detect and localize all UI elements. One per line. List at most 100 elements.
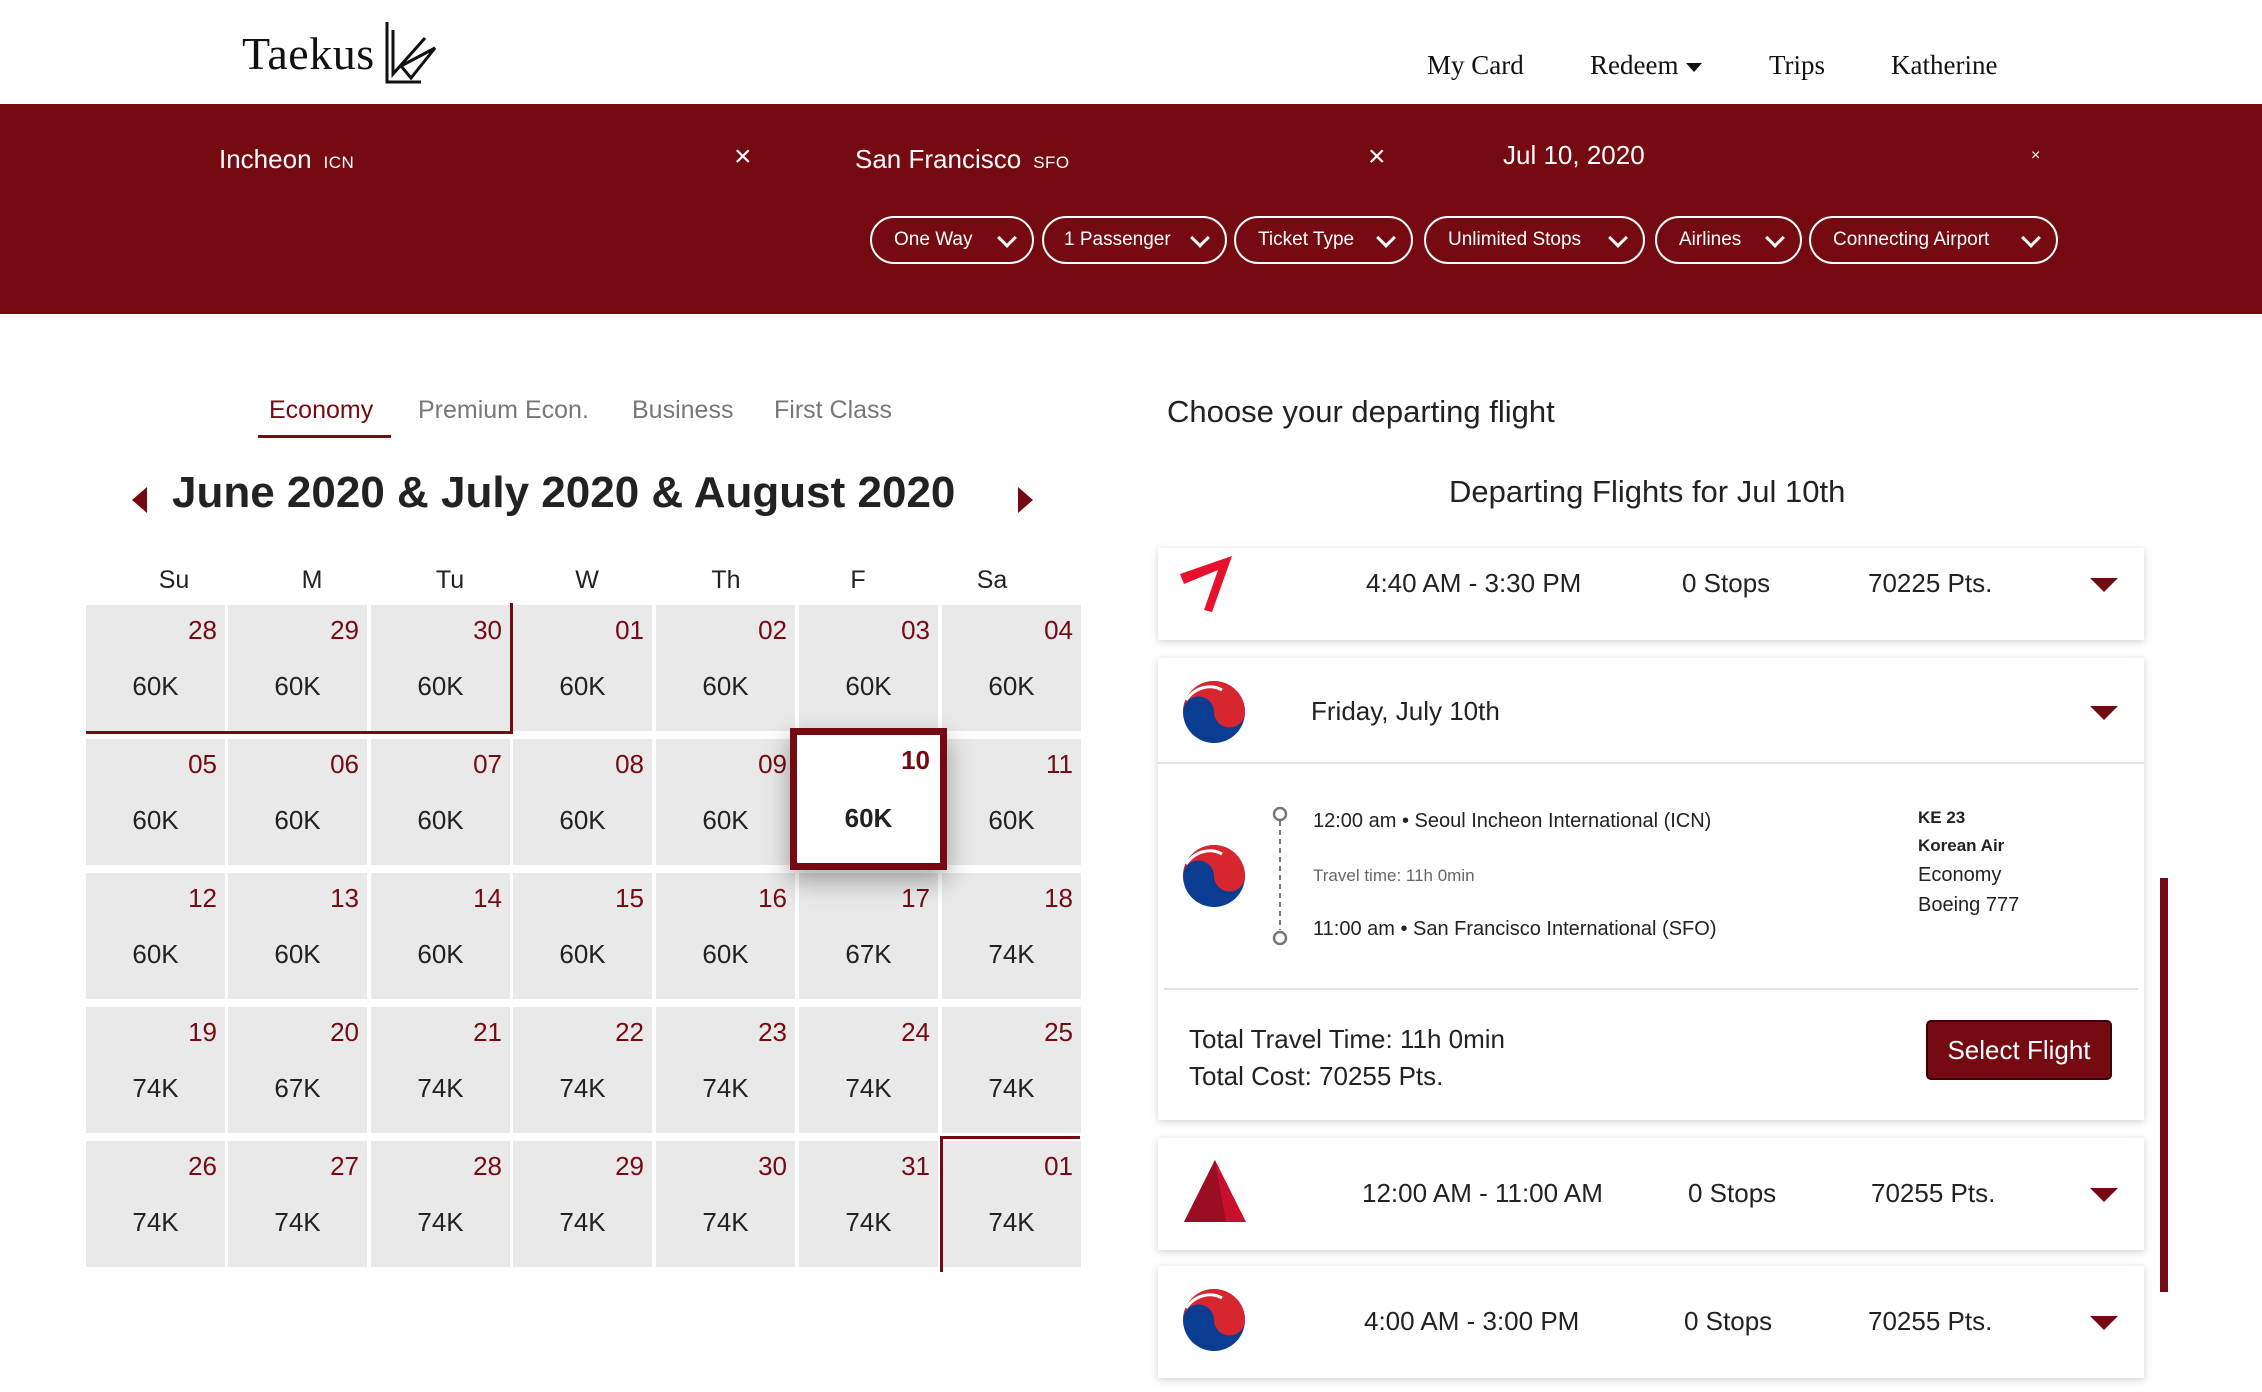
calendar-day[interactable]: 24 74K [799,1007,938,1133]
calendar-day[interactable]: 05 60K [86,739,225,865]
calendar-day[interactable]: 26 74K [86,1141,225,1267]
calendar-day[interactable]: 28 74K [371,1141,510,1267]
clear-destination-icon[interactable]: × [1368,142,1386,172]
flight-points: 70255 Pts. [1871,1178,1996,1208]
calendar-day[interactable]: 16 60K [656,873,795,999]
nav-redeem[interactable]: Redeem [1590,50,1703,81]
day-number: 19 [188,1017,217,1047]
korean-air-logo-icon [1183,845,1245,907]
expand-caret-icon[interactable] [2090,1188,2118,1202]
day-price: 74K [417,1207,464,1237]
departure-info: 12:00 am • Seoul Incheon International (… [1313,810,1712,832]
nav-my-card[interactable]: My Card [1427,50,1524,81]
calendar-day[interactable]: 09 60K [656,739,795,865]
calendar-day[interactable]: 20 67K [228,1007,367,1133]
day-price: 60K [417,671,464,701]
previous-month-icon[interactable] [132,487,147,513]
day-number: 16 [758,883,787,913]
destination-field[interactable]: San Francisco SFO [855,144,1070,175]
calendar-day[interactable]: 06 60K [228,739,367,865]
calendar-day[interactable]: 21 74K [371,1007,510,1133]
calendar-day[interactable]: 30 60K [371,605,510,731]
origin-field[interactable]: Incheon ICN [219,144,354,175]
day-price: 67K [274,1073,321,1103]
day-number: 09 [758,749,787,779]
tab-premium-economy[interactable]: Premium Econ. [418,396,589,425]
passenger-dropdown[interactable]: 1 Passenger [1042,216,1227,264]
day-number: 12 [188,883,217,913]
day-number: 07 [473,749,502,779]
day-price: 60K [274,939,321,969]
cabin-class: Economy [1918,864,2002,886]
calendar-day[interactable]: 22 74K [513,1007,652,1133]
day-number: 17 [901,883,930,913]
day-price: 60K [988,671,1035,701]
calendar-day[interactable]: 19 74K [86,1007,225,1133]
results-scrollbar[interactable] [2160,878,2168,1292]
calendar-day[interactable]: 12 60K [86,873,225,999]
calendar-day[interactable]: 01 74K [942,1141,1081,1267]
weekday-label: W [575,566,599,594]
connecting-airport-dropdown[interactable]: Connecting Airport [1809,216,2058,264]
tab-first-class[interactable]: First Class [774,396,892,425]
nav-trips[interactable]: Trips [1769,50,1825,81]
calendar-day[interactable]: 30 74K [656,1141,795,1267]
date-field[interactable]: Jul 10, 2020 [1503,140,1645,171]
select-flight-button[interactable]: Select Flight [1926,1020,2112,1080]
chevron-down-icon [1608,228,1628,248]
day-number: 29 [330,615,359,645]
chevron-down-icon [997,228,1017,248]
day-number: 30 [473,615,502,645]
expand-caret-icon[interactable] [2090,578,2118,592]
divider [1158,762,2144,764]
day-price: 60K [559,805,606,835]
calendar-day[interactable]: 29 74K [513,1141,652,1267]
ticket-type-dropdown[interactable]: Ticket Type [1234,216,1413,264]
stops-dropdown[interactable]: Unlimited Stops [1424,216,1645,264]
tab-business[interactable]: Business [632,396,733,425]
day-number: 24 [901,1017,930,1047]
calendar-day[interactable]: 13 60K [228,873,367,999]
weekday-label: M [301,566,323,594]
taekus-logo[interactable]: Taekus [242,18,439,88]
departing-flights-heading: Departing Flights for Jul 10th [1449,474,1846,509]
trip-type-dropdown[interactable]: One Way [870,216,1034,264]
calendar-day[interactable]: 25 74K [942,1007,1081,1133]
day-number: 11 [1046,749,1073,779]
calendar-day[interactable]: 31 74K [799,1141,938,1267]
weekday-label: Tu [435,566,465,594]
expand-caret-icon[interactable] [2090,1316,2118,1330]
collapse-caret-icon[interactable] [2090,706,2118,720]
stops-label: Unlimited Stops [1448,229,1582,250]
calendar-day[interactable]: 29 60K [228,605,367,731]
airline-logo-icon [1184,1160,1246,1222]
destination-city: San Francisco [855,144,1022,174]
calendar-day[interactable]: 23 74K [656,1007,795,1133]
calendar-day[interactable]: 07 60K [371,739,510,865]
airlines-dropdown[interactable]: Airlines [1655,216,1802,264]
calendar-day[interactable]: 18 74K [942,873,1081,999]
calendar-day[interactable]: 03 60K [799,605,938,731]
calendar-day[interactable]: 11 60K [942,739,1081,865]
calendar-day[interactable]: 15 60K [513,873,652,999]
flight-card[interactable]: 4:00 AM - 3:00 PM 0 Stops 70255 Pts. [1158,1266,2144,1378]
day-price: 60K [132,939,179,969]
calendar-day[interactable]: 28 60K [86,605,225,731]
next-month-icon[interactable] [1018,487,1033,513]
calendar-day[interactable]: 02 60K [656,605,795,731]
calendar-day-selected[interactable]: 10 60K [790,728,947,870]
tab-economy[interactable]: Economy [269,396,373,425]
clear-date-icon[interactable]: × [2031,148,2040,164]
calendar-day[interactable]: 17 67K [799,873,938,999]
flight-times: 4:40 AM - 3:30 PM [1366,568,1582,598]
flight-card[interactable]: 12:00 AM - 11:00 AM 0 Stops 70255 Pts. [1158,1138,2144,1250]
flight-points: 70255 Pts. [1868,1306,1993,1336]
calendar-day[interactable]: 27 74K [228,1141,367,1267]
calendar-day[interactable]: 01 60K [513,605,652,731]
nav-user-menu[interactable]: Katherine [1891,50,1997,81]
calendar-day[interactable]: 08 60K [513,739,652,865]
calendar-day[interactable]: 14 60K [371,873,510,999]
clear-origin-icon[interactable]: × [734,142,752,172]
calendar-day[interactable]: 04 60K [942,605,1081,731]
flight-card[interactable]: 4:40 AM - 3:30 PM 0 Stops 70225 Pts. [1158,548,2144,640]
